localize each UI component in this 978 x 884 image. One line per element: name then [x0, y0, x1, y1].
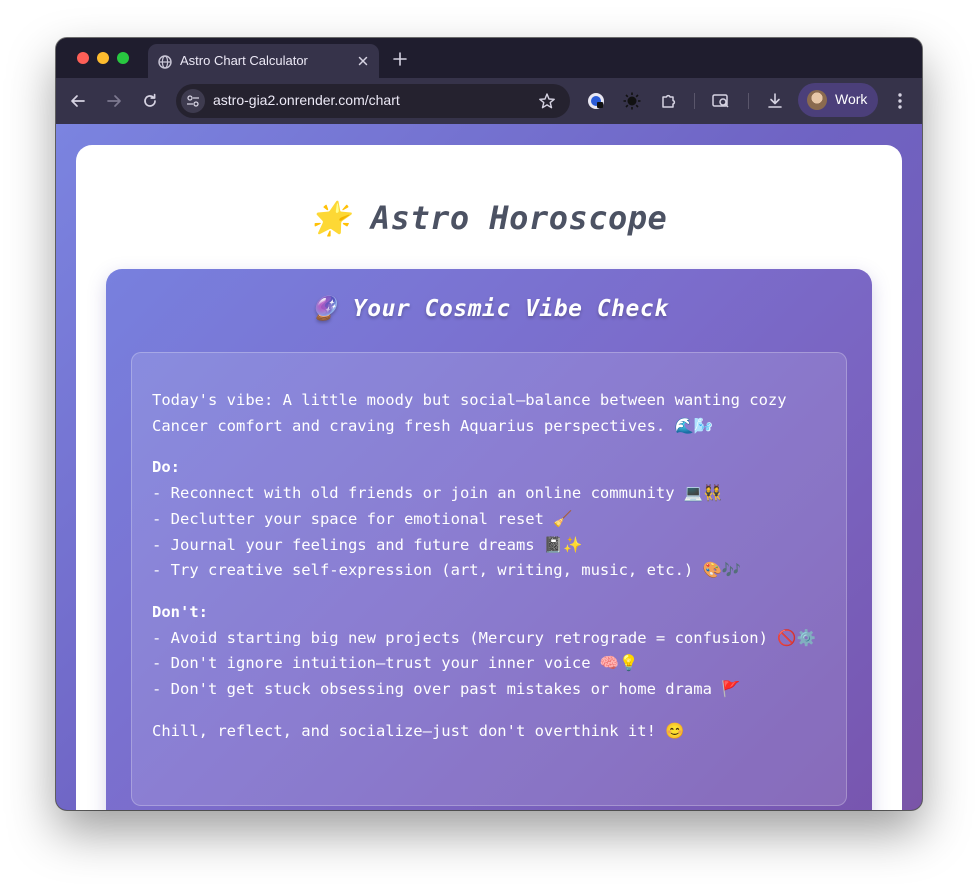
browser-window: Astro Chart Calculator astro-gia2.onrend…	[56, 38, 922, 810]
reload-icon[interactable]	[139, 90, 161, 112]
profile-button[interactable]: Work	[798, 83, 878, 117]
search-tab-icon[interactable]	[710, 90, 732, 112]
star-icon[interactable]	[538, 92, 556, 110]
url-text[interactable]: astro-gia2.onrender.com/chart	[213, 92, 400, 108]
list-item: - Don't get stuck obsessing over past mi…	[152, 680, 741, 699]
globe-icon	[158, 54, 172, 69]
puzzle-icon[interactable]	[658, 90, 680, 112]
maximize-window-button[interactable]	[117, 52, 129, 64]
close-window-button[interactable]	[77, 52, 89, 64]
tab-title: Astro Chart Calculator	[180, 53, 308, 68]
main-card: 🌟 Astro Horoscope 🔮 Your Cosmic Vibe Che…	[76, 145, 902, 810]
vibe-intro: Today's vibe: A little moody but social—…	[152, 391, 787, 435]
list-item: - Try creative self-expression (art, wri…	[152, 561, 742, 580]
list-item: - Reconnect with old friends or join an …	[152, 484, 723, 503]
tune-icon[interactable]	[181, 89, 205, 113]
list-item: - Don't ignore intuition—trust your inne…	[152, 654, 639, 673]
back-arrow-icon[interactable]	[67, 90, 89, 112]
tab-astro-chart-calculator[interactable]: Astro Chart Calculator	[148, 44, 379, 78]
vibe-reading: Today's vibe: A little moody but social—…	[152, 388, 832, 744]
tab-strip: Astro Chart Calculator	[56, 38, 922, 78]
do-heading: Do:	[152, 458, 180, 477]
minimize-window-button[interactable]	[97, 52, 109, 64]
page-viewport: 🌟 Astro Horoscope 🔮 Your Cosmic Vibe Che…	[56, 124, 922, 810]
extension-shield-icon[interactable]	[585, 90, 607, 112]
address-bar[interactable]: astro-gia2.onrender.com/chart	[176, 84, 570, 118]
list-item: - Journal your feelings and future dream…	[152, 535, 583, 554]
sun-extension-icon[interactable]	[621, 90, 643, 112]
profile-label: Work	[835, 91, 868, 107]
toolbar-divider	[694, 93, 695, 109]
close-icon[interactable]	[355, 53, 371, 69]
list-item: - Declutter your space for emotional res…	[152, 509, 573, 528]
vibe-reading-box: Today's vibe: A little moody but social—…	[131, 352, 847, 806]
vibe-check-panel: 🔮 Your Cosmic Vibe Check Today's vibe: A…	[106, 269, 872, 810]
vibe-check-heading: 🔮 Your Cosmic Vibe Check	[309, 296, 669, 322]
list-item: - Avoid starting big new projects (Mercu…	[152, 628, 816, 647]
toolbar-divider	[748, 93, 749, 109]
vibe-closing: Chill, reflect, and socialize—just don't…	[152, 721, 685, 740]
avatar	[807, 90, 827, 110]
more-vertical-icon[interactable]	[889, 90, 911, 112]
page-title: 🌟 Astro Horoscope	[310, 199, 668, 237]
plus-icon[interactable]	[391, 50, 409, 68]
forward-arrow-icon[interactable]	[103, 90, 125, 112]
download-icon[interactable]	[764, 90, 786, 112]
dont-heading: Don't:	[152, 602, 208, 621]
browser-toolbar: astro-gia2.onrender.com/chart Work	[56, 78, 922, 124]
